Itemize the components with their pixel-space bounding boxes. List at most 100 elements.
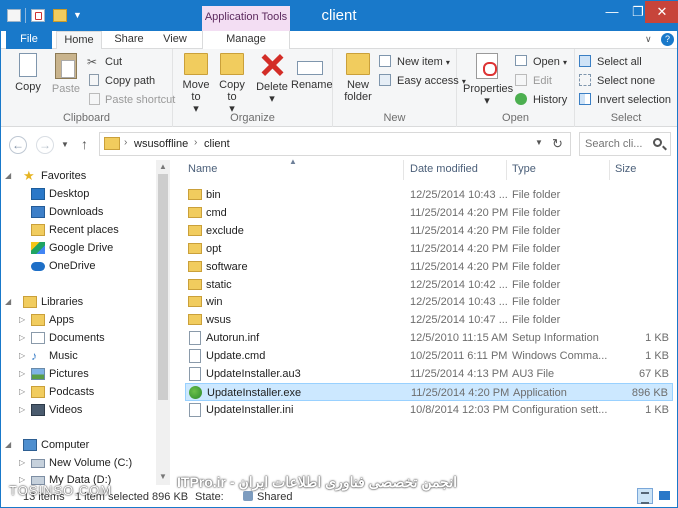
ribbon-tab-row: File Home Share View Manage ∨ ? (1, 31, 677, 50)
nav-item-music[interactable]: ▷ ♪ Music (1, 347, 155, 365)
large-icons-view-button[interactable] (657, 488, 673, 504)
column-header-name[interactable]: Name (188, 163, 217, 175)
cut-button[interactable]: ✂ Cut (87, 53, 122, 71)
scrollbar-thumb[interactable] (158, 174, 168, 400)
collapse-chevron-icon[interactable]: ◢ (5, 293, 11, 311)
copy-button[interactable]: Copy (11, 53, 45, 93)
invert-selection-button[interactable]: Invert selection (579, 91, 671, 109)
tab-home[interactable]: Home (56, 31, 102, 50)
breadcrumb-client[interactable]: client (204, 138, 230, 150)
paste-button[interactable]: Paste (49, 53, 83, 95)
paste-shortcut-button[interactable]: Paste shortcut (87, 91, 175, 109)
search-box[interactable] (579, 132, 671, 156)
expand-chevron-icon[interactable]: ▷ (19, 383, 25, 401)
nav-item-pictures[interactable]: ▷ Pictures (1, 365, 155, 383)
properties-button[interactable]: Properties ▾ (463, 53, 513, 107)
file-type: File folder (512, 242, 561, 255)
column-header-type[interactable]: Type (512, 163, 536, 175)
select-all-icon (579, 55, 591, 67)
nav-item-apps[interactable]: ▷ Apps (1, 311, 155, 329)
select-all-button[interactable]: Select all (579, 53, 642, 71)
scroll-down-icon[interactable]: ▼ (159, 472, 167, 481)
expand-chevron-icon[interactable]: ▷ (19, 401, 25, 419)
back-button[interactable]: ← (9, 136, 27, 154)
tab-manage[interactable]: Manage (202, 31, 290, 49)
nav-item-onedrive[interactable]: OneDrive (1, 257, 155, 275)
help-icon[interactable]: ? (661, 33, 674, 46)
tab-share[interactable]: Share (107, 31, 151, 49)
breadcrumb-chevron-icon[interactable]: › (124, 137, 127, 148)
up-arrow-icon[interactable]: ↑ (81, 136, 88, 152)
expand-chevron-icon[interactable]: ▷ (19, 311, 25, 329)
rename-button[interactable]: Rename (291, 53, 333, 91)
nav-item-recent-places[interactable]: Recent places (1, 221, 155, 239)
nav-item-videos[interactable]: ▷ Videos (1, 401, 155, 419)
search-input[interactable] (585, 137, 651, 151)
select-none-button[interactable]: Select none (579, 72, 655, 90)
nav-item-desktop[interactable]: Desktop (1, 185, 155, 203)
nav-item-drive-c[interactable]: ▷ New Volume (C:) (1, 454, 155, 472)
column-divider[interactable] (403, 160, 404, 180)
column-divider[interactable] (609, 160, 610, 180)
column-header-size[interactable]: Size (615, 163, 636, 175)
nav-item-computer[interactable]: ◢ Computer (1, 436, 155, 454)
back-arrow-icon: ← (12, 138, 24, 152)
nav-item-podcasts[interactable]: ▷ Podcasts (1, 383, 155, 401)
table-row[interactable]: static 12/25/2014 10:42 ... File folder (185, 276, 673, 294)
breadcrumb-wsusoffline[interactable]: wsusoffline (134, 138, 188, 150)
edit-button[interactable]: Edit (515, 72, 552, 90)
new-folder-button[interactable]: New folder (341, 53, 375, 103)
expand-chevron-icon[interactable]: ▷ (19, 329, 25, 347)
table-row[interactable]: cmd 11/25/2014 4:20 PM File folder (185, 204, 673, 222)
column-header-date-modified[interactable]: Date modified (410, 163, 478, 175)
ribbon-collapse-icon[interactable]: ∨ (645, 34, 652, 45)
scroll-up-icon[interactable]: ▲ (159, 162, 167, 171)
nav-pane-scrollbar[interactable]: ▲ ▼ (156, 160, 170, 485)
nav-item-google-drive[interactable]: Google Drive (1, 239, 155, 257)
table-row[interactable]: win 12/25/2014 10:43 ... File folder (185, 293, 673, 311)
forward-button[interactable]: → (36, 136, 54, 154)
file-name: wsus (206, 314, 232, 327)
table-row[interactable]: bin 12/25/2014 10:43 ... File folder (185, 186, 673, 204)
table-row[interactable]: UpdateInstaller.exe 11/25/2014 4:20 PM App… (185, 382, 673, 401)
expand-chevron-icon[interactable]: ▷ (19, 347, 25, 365)
table-row[interactable]: software 11/25/2014 4:20 PM File folder (185, 258, 673, 276)
table-row[interactable]: Autorun.inf 12/5/2010 11:15 AM Setup Infor… (185, 329, 673, 347)
table-row[interactable]: exclude 11/25/2014 4:20 PM File folder (185, 222, 673, 240)
table-row[interactable]: opt 11/25/2014 4:20 PM File folder (185, 240, 673, 258)
recent-locations-icon[interactable]: ▼ (61, 140, 69, 149)
move-to-button[interactable]: Move to ▾ (179, 53, 213, 115)
expand-chevron-icon[interactable]: ▷ (19, 365, 25, 383)
desktop-icon (31, 188, 45, 200)
nav-item-favorites[interactable]: ◢ ★ Favorites (1, 167, 155, 185)
expand-chevron-icon[interactable]: ▷ (19, 454, 25, 472)
column-divider[interactable] (506, 160, 507, 180)
copy-path-button[interactable]: Copy path (87, 72, 155, 90)
nav-item-documents[interactable]: ▷ Documents (1, 329, 155, 347)
table-row[interactable]: wsus 12/25/2014 10:47 ... File folder (185, 311, 673, 329)
open-button[interactable]: Open ▾ (515, 53, 567, 71)
address-bar[interactable]: › wsusoffline › client ▼ ↻ (99, 132, 571, 156)
collapse-chevron-icon[interactable]: ◢ (5, 436, 11, 454)
close-button[interactable]: ✕ (645, 1, 678, 23)
tab-file[interactable]: File (6, 31, 52, 49)
group-organize: Move to ▾ Copy to ▾ Delete ▾ Rename Organiz… (173, 49, 333, 127)
history-button[interactable]: History (515, 91, 567, 109)
refresh-icon[interactable]: ↻ (552, 136, 563, 152)
breadcrumb-chevron-icon[interactable]: › (194, 137, 197, 148)
details-view-button[interactable] (637, 488, 653, 504)
copy-to-button[interactable]: Copy to ▾ (215, 53, 249, 115)
file-date-modified: 10/8/2014 12:03 PM (410, 403, 510, 416)
address-dropdown-icon[interactable]: ▼ (535, 138, 543, 147)
nav-item-downloads[interactable]: Downloads (1, 203, 155, 221)
easy-access-button[interactable]: Easy access ▾ (379, 72, 466, 90)
collapse-chevron-icon[interactable]: ◢ (5, 167, 11, 185)
tab-view[interactable]: View (155, 31, 195, 49)
table-row[interactable]: UpdateInstaller.ini 10/8/2014 12:03 PM Con… (185, 401, 673, 419)
delete-button[interactable]: Delete ▾ (255, 53, 289, 105)
podcasts-icon (31, 386, 45, 398)
table-row[interactable]: UpdateInstaller.au3 11/25/2014 4:13 PM AU3… (185, 365, 673, 383)
table-row[interactable]: Update.cmd 10/25/2011 6:11 PM Windows Comm… (185, 347, 673, 365)
new-item-button[interactable]: New item ▾ (379, 53, 450, 71)
nav-item-libraries[interactable]: ◢ Libraries (1, 293, 155, 311)
